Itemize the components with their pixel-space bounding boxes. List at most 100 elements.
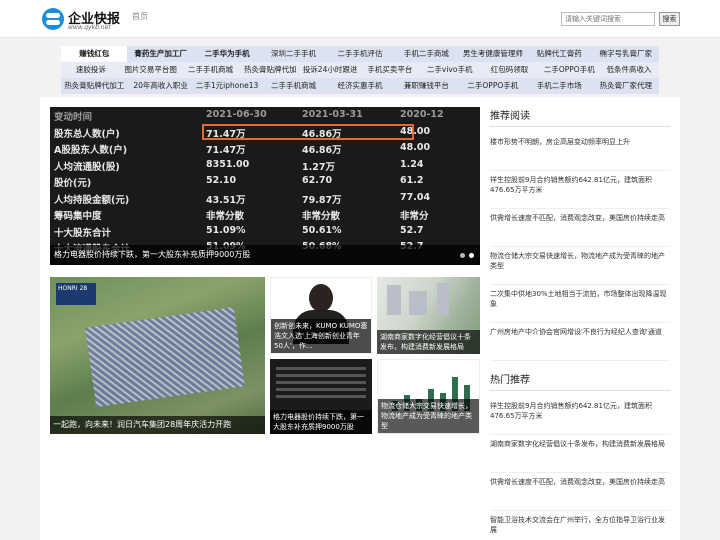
keyword-link[interactable]: 深圳二手手机 bbox=[260, 46, 326, 62]
slider-table-row: 股价(元) 52.10 62.70 61.2 bbox=[50, 175, 480, 190]
slider-table-row: 人均流通股(股) 8351.00 1.27万 1.24 bbox=[50, 159, 480, 174]
slider-table-cell: 79.87万 bbox=[302, 194, 342, 206]
slider-caption[interactable]: 格力电器股价持续下跌，第一大股东补充质押9000万股 bbox=[50, 245, 480, 265]
recommend-item[interactable]: 二次集中供地30%土地相当于流拍，市场整体出现降温现象 bbox=[490, 285, 670, 323]
search-input[interactable] bbox=[561, 12, 655, 26]
slider-table-cell: 股东总人数(户) bbox=[54, 128, 120, 140]
nav-home-link[interactable]: 首页 bbox=[132, 11, 148, 22]
hot-item[interactable]: 祥生控股前9月合约销售额约642.81亿元，建筑面积476.65万平方米 bbox=[490, 397, 670, 435]
slider-table-row: 十大股东合计 51.09% 50.61% 52.7 bbox=[50, 225, 480, 240]
slider-table-cell: 非常分散 bbox=[206, 211, 245, 222]
keyword-link-grid: 赚钱红包 膏药生产加工厂 二手华为手机 深圳二手手机 二手手机评估 手机二手商城… bbox=[61, 46, 659, 94]
hot-item[interactable]: 智能卫浴技术交流会在广州举行，全方位指导卫浴行业发展 bbox=[490, 511, 670, 540]
recommend-title: 推荐阅读 bbox=[490, 107, 670, 127]
recommend-item[interactable]: 物流仓储大宗交易快速增长，物流地产成为受青睐的地产类型 bbox=[490, 247, 670, 285]
slider-table-cell: 46.86万 bbox=[302, 145, 342, 156]
news-tile[interactable]: 物流仓储大宗交易快速增长，物流地产成为受青睐的地产类型 bbox=[377, 359, 480, 434]
keyword-link[interactable]: 贴牌代工膏药 bbox=[526, 46, 592, 62]
keyword-link[interactable]: 红包码领取 bbox=[480, 62, 540, 78]
slider-table-cell: 71.47万 bbox=[206, 145, 246, 156]
keyword-link[interactable]: 经济实惠手机 bbox=[327, 78, 393, 94]
recommend-item[interactable]: 祥生控股前9月合约销售额约642.81亿元，建筑面积476.65万平方米 bbox=[490, 171, 670, 209]
recommend-item[interactable]: 广州房地产中介协会官网增设'不良行为经纪人查询'通道 bbox=[490, 323, 670, 361]
keyword-link[interactable]: 热灸膏贴牌代加工 bbox=[61, 78, 127, 94]
news-tile-large[interactable]: HONRI 28 一起跑，向未来！润日汽车集团28周年庆活力开跑 bbox=[50, 277, 265, 434]
keyword-link[interactable]: 二手手机商城 bbox=[260, 78, 326, 94]
news-tile[interactable]: 湖南商家数字化经营倡议十条发布，构建消费新发展格局 bbox=[377, 277, 480, 354]
site-header: 企业快报 www.qykb.net 首页 搜索 bbox=[0, 0, 720, 38]
site-logo[interactable]: 企业快报 www.qykb.net bbox=[42, 8, 122, 32]
keyword-link[interactable]: 二手手机评估 bbox=[327, 46, 393, 62]
keyword-link[interactable]: 椭字号乳膏厂家 bbox=[593, 46, 659, 62]
news-tile[interactable]: 格力电器股价持续下跌，第一大股东补充质押9000万股 bbox=[270, 359, 372, 434]
slider-table-cell: 48.00 bbox=[400, 142, 431, 153]
slider-table-cell: 62.70 bbox=[302, 175, 333, 186]
slider-table-cell: 52.10 bbox=[206, 175, 237, 186]
slider-table-row: 变动时间 2021-06-30 2021-03-31 2020-12 bbox=[50, 109, 480, 124]
link-row: 赚钱红包 膏药生产加工厂 二手华为手机 深圳二手手机 二手手机评估 手机二手商城… bbox=[61, 46, 659, 62]
table-thumb-line bbox=[276, 367, 366, 370]
logo-icon bbox=[42, 8, 64, 30]
featured-slider[interactable]: 变动时间 2021-06-30 2021-03-31 2020-12 股东总人数(户) 7… bbox=[50, 107, 480, 265]
slider-table-row: 筹码集中度 非常分散 非常分散 非常分 bbox=[50, 208, 480, 223]
keyword-link[interactable]: 膏药生产加工厂 bbox=[127, 46, 193, 62]
slider-table-row: 人均持股金额(元) 43.51万 79.87万 77.04 bbox=[50, 192, 480, 207]
keyword-link[interactable]: 手机二手市场 bbox=[526, 78, 592, 94]
keyword-link[interactable]: 热灸膏厂家代理 bbox=[593, 78, 659, 94]
keyword-link[interactable]: 二手vivo手机 bbox=[420, 62, 480, 78]
recommend-item[interactable]: 楼市形势不明朗，房企高层变动频率明显上升 bbox=[490, 133, 670, 171]
slider-dot[interactable] bbox=[460, 253, 465, 258]
keyword-link[interactable]: 图片交易平台图 bbox=[121, 62, 181, 78]
keyword-link[interactable]: 赚钱红包 bbox=[61, 46, 128, 62]
slider-table-cell: 人均流通股(股) bbox=[54, 161, 120, 173]
keyword-link[interactable]: 投诉24小时跟进 bbox=[300, 62, 360, 78]
building-image bbox=[409, 291, 427, 315]
keyword-link[interactable]: 热灸膏贴牌代加 bbox=[240, 62, 300, 78]
hot-panel: 热门推荐 祥生控股前9月合约销售额约642.81亿元，建筑面积476.65万平方… bbox=[490, 371, 670, 540]
recommend-item[interactable]: 供需增长速度不匹配，消费观念改变，美国房价持续走高 bbox=[490, 209, 670, 247]
slider-table-cell: 50.61% bbox=[302, 224, 342, 236]
tile-caption[interactable]: 一起跑，向未来！润日汽车集团28周年庆活力开跑 bbox=[50, 416, 265, 434]
tile-caption[interactable]: 湖南商家数字化经营倡议十条发布，构建消费新发展格局 bbox=[377, 330, 480, 354]
hot-item[interactable]: 湖南商家数字化经营倡议十条发布，构建消费新发展格局 bbox=[490, 435, 670, 473]
slider-table-cell: 2021-03-31 bbox=[302, 109, 363, 120]
slider-table-cell: 筹码集中度 bbox=[54, 211, 102, 222]
slider-table-row: A股股东人数(户) 71.47万 46.86万 48.00 bbox=[50, 142, 480, 157]
slider-table-cell: 1.24 bbox=[400, 158, 424, 170]
crowd-image bbox=[85, 306, 245, 408]
table-thumb-line bbox=[276, 374, 366, 377]
tile-caption[interactable]: 创新创未来，KUMO KUMO塞浩文入选'上海创新创业青年50人'，作... bbox=[271, 319, 371, 353]
keyword-link[interactable]: 二手OPPO手机 bbox=[539, 62, 599, 78]
keyword-link[interactable]: 低条件高收入 bbox=[599, 62, 659, 78]
keyword-link[interactable]: 男生考健康管理师 bbox=[460, 46, 526, 62]
keyword-link[interactable]: 手机买卖平台 bbox=[360, 62, 420, 78]
news-tile[interactable]: 创新创未来，KUMO KUMO塞浩文入选'上海创新创业青年50人'，作... bbox=[270, 277, 372, 354]
keyword-link[interactable]: 兼职赚钱平台 bbox=[393, 78, 459, 94]
building-image bbox=[437, 283, 449, 315]
table-thumb-line bbox=[276, 395, 366, 398]
keyword-link[interactable]: 二手OPPO手机 bbox=[460, 78, 526, 94]
keyword-link[interactable]: 20年高收入职业 bbox=[127, 78, 193, 94]
keyword-link[interactable]: 二手华为手机 bbox=[194, 46, 260, 62]
keyword-link[interactable]: 手机二手商城 bbox=[393, 46, 459, 62]
tile-caption[interactable]: 格力电器股价持续下跌，第一大股东补充质押9000万股 bbox=[270, 410, 372, 434]
slider-table-cell: 1.27万 bbox=[302, 161, 335, 173]
hot-item[interactable]: 供需增长速度不匹配，消费观念改变，美国房价持续走高 bbox=[490, 473, 670, 511]
link-row: 速胶投诉 图片交易平台图 二手手机商城 热灸膏贴牌代加 投诉24小时跟进 手机买… bbox=[61, 62, 659, 78]
slider-dot-active[interactable] bbox=[469, 253, 474, 258]
search-button[interactable]: 搜索 bbox=[659, 12, 680, 26]
tile-caption[interactable]: 物流仓储大宗交易快速增长，物流地产成为受青睐的地产类型 bbox=[378, 399, 479, 433]
slider-table-cell: A股股东人数(户) bbox=[54, 145, 128, 156]
slider-table-cell: 52.7 bbox=[400, 224, 424, 236]
link-row: 热灸膏贴牌代加工 20年高收入职业 二手1元iphone13 二手手机商城 经济… bbox=[61, 78, 659, 94]
keyword-link[interactable]: 二手1元iphone13 bbox=[194, 78, 260, 94]
keyword-link[interactable]: 速胶投诉 bbox=[61, 62, 121, 78]
slider-table-cell: 人均持股金额(元) bbox=[54, 194, 130, 206]
slider-table-cell: 2021-06-30 bbox=[206, 109, 267, 120]
slider-table-cell: 43.51万 bbox=[206, 194, 246, 206]
brand-badge: HONRI 28 bbox=[56, 283, 96, 305]
keyword-link[interactable]: 二手手机商城 bbox=[181, 62, 241, 78]
slider-highlight-box bbox=[202, 124, 414, 140]
slider-table-cell: 十大股东合计 bbox=[54, 227, 112, 239]
slider-table-cell: 51.09% bbox=[206, 224, 246, 236]
